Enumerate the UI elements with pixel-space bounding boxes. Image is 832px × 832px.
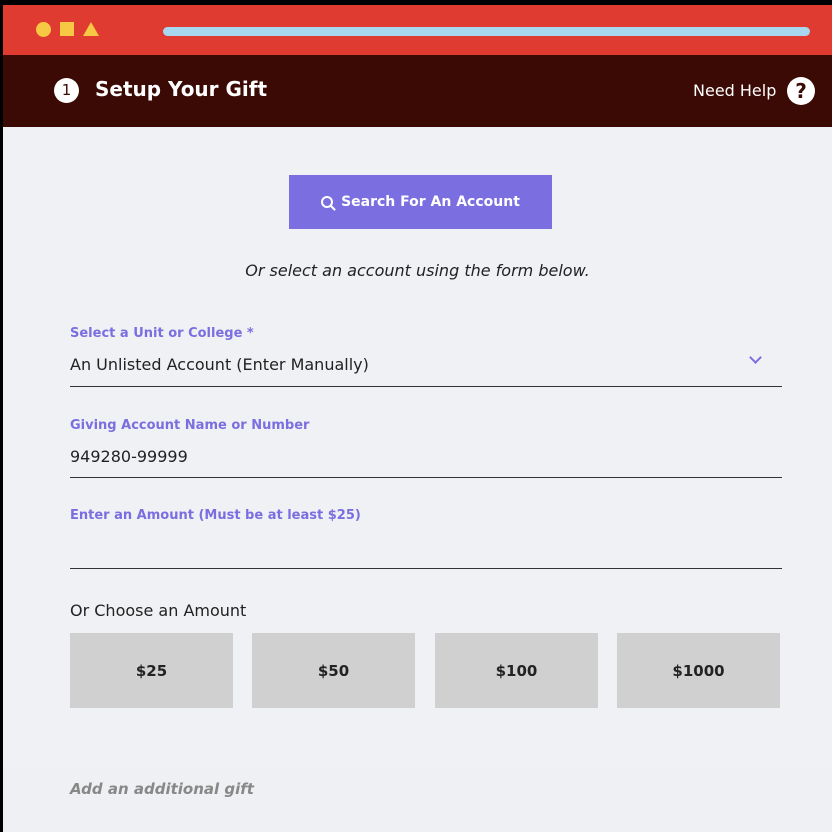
account-field-label: Giving Account Name or Number xyxy=(70,418,310,433)
add-gift-strip xyxy=(3,768,832,832)
circle-icon xyxy=(36,22,51,37)
app-frame: 1 Setup Your Gift Need Help ? Search For… xyxy=(0,0,832,832)
triangle-icon xyxy=(83,22,99,36)
unit-select-label: Select a Unit or College * xyxy=(70,326,254,341)
amount-option-100[interactable]: $100 xyxy=(435,633,598,708)
address-bar[interactable] xyxy=(163,27,810,36)
account-field[interactable]: 949280-99999 xyxy=(70,447,188,466)
choose-amount-label: Or Choose an Amount xyxy=(70,601,247,620)
window-topbar xyxy=(3,5,832,55)
step-header: 1 Setup Your Gift Need Help ? xyxy=(3,55,832,127)
account-field-underline xyxy=(70,477,782,478)
or-select-text: Or select an account using the form belo… xyxy=(245,261,590,280)
page-title: Setup Your Gift xyxy=(95,77,268,101)
question-circle-icon[interactable]: ? xyxy=(787,77,815,105)
amount-input[interactable] xyxy=(70,537,782,561)
search-account-button[interactable]: Search For An Account xyxy=(289,175,552,229)
amount-input-underline xyxy=(70,568,782,569)
chevron-down-icon[interactable] xyxy=(749,351,762,364)
amount-option-50[interactable]: $50 xyxy=(252,633,415,708)
unit-select-underline xyxy=(70,386,782,387)
step-number-badge: 1 xyxy=(54,78,79,103)
amount-option-25[interactable]: $25 xyxy=(70,633,233,708)
unit-select[interactable]: An Unlisted Account (Enter Manually) xyxy=(70,355,369,374)
search-account-label: Search For An Account xyxy=(341,194,520,210)
add-additional-gift-link[interactable]: Add an additional gift xyxy=(70,780,254,798)
amount-option-1000[interactable]: $1000 xyxy=(617,633,780,708)
amount-field-label: Enter an Amount (Must be at least $25) xyxy=(70,508,361,523)
square-icon xyxy=(60,22,74,36)
need-help-link[interactable]: Need Help xyxy=(693,81,776,100)
search-icon xyxy=(321,196,334,208)
